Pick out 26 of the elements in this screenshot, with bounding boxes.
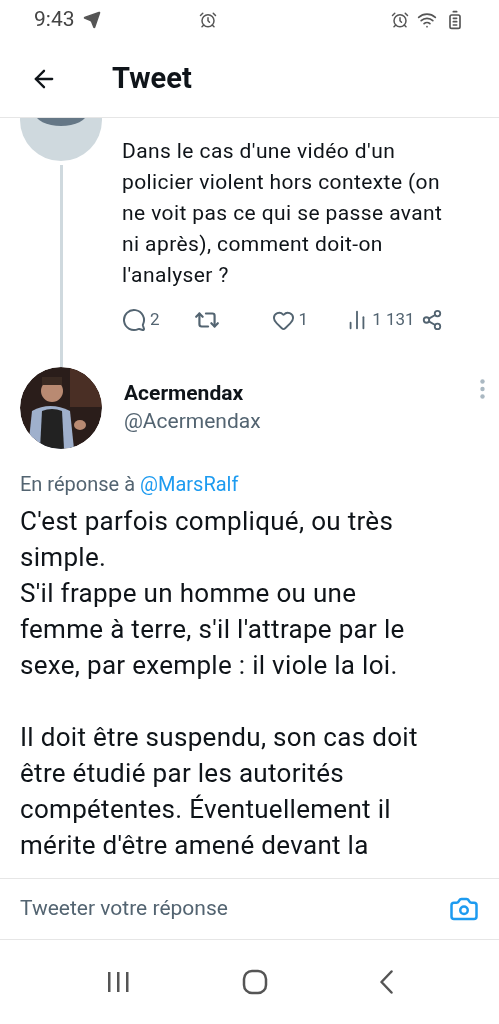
alarm-icon xyxy=(391,11,409,29)
reply-button[interactable]: 2 xyxy=(122,307,160,333)
comment-icon xyxy=(122,308,146,332)
more-icon xyxy=(480,379,485,399)
reply-context: En réponse à @MarsRalf xyxy=(20,471,240,498)
like-button[interactable]: 1 xyxy=(271,307,309,333)
tweet-paragraph: Il doit être suspendu, son cas doit être étudié par les autorités compétentes. Éventuellement il mérite d'être amené devant la xyxy=(20,721,419,862)
author-handle: @Acermendax xyxy=(124,408,262,435)
tweet-paragraph: S'il frappe un homme ou une femme à terre, s'il l'attrape par le sexe, par exemple : il viole la loi. xyxy=(20,577,406,682)
share-button[interactable] xyxy=(420,309,443,331)
author-name: Acermendax xyxy=(124,380,245,407)
reply-field[interactable]: Tweeter votre réponse xyxy=(20,893,449,925)
home-icon xyxy=(242,969,268,995)
share-icon xyxy=(420,309,443,331)
alarm-icon xyxy=(198,11,217,29)
tweet-paragraph: C'est parfois compliqué, ou très simple. xyxy=(20,505,395,574)
wifi-icon xyxy=(417,10,437,30)
views-button[interactable]: 1 131 xyxy=(346,307,415,333)
tweet-text: Dans le cas d'une vidéo d'un policier violent hors contexte (on ne voit pas ce qui se passe avant ni après), comment doit-on l'analyser ? xyxy=(122,138,444,289)
recent-apps-icon xyxy=(106,971,130,993)
recent-apps-button[interactable] xyxy=(106,971,130,993)
home-button[interactable] xyxy=(242,969,268,995)
back-icon xyxy=(380,970,393,994)
page-title: Tweet xyxy=(112,59,192,97)
back-nav-button[interactable] xyxy=(380,970,393,994)
status-time: 9:43 xyxy=(34,6,75,34)
